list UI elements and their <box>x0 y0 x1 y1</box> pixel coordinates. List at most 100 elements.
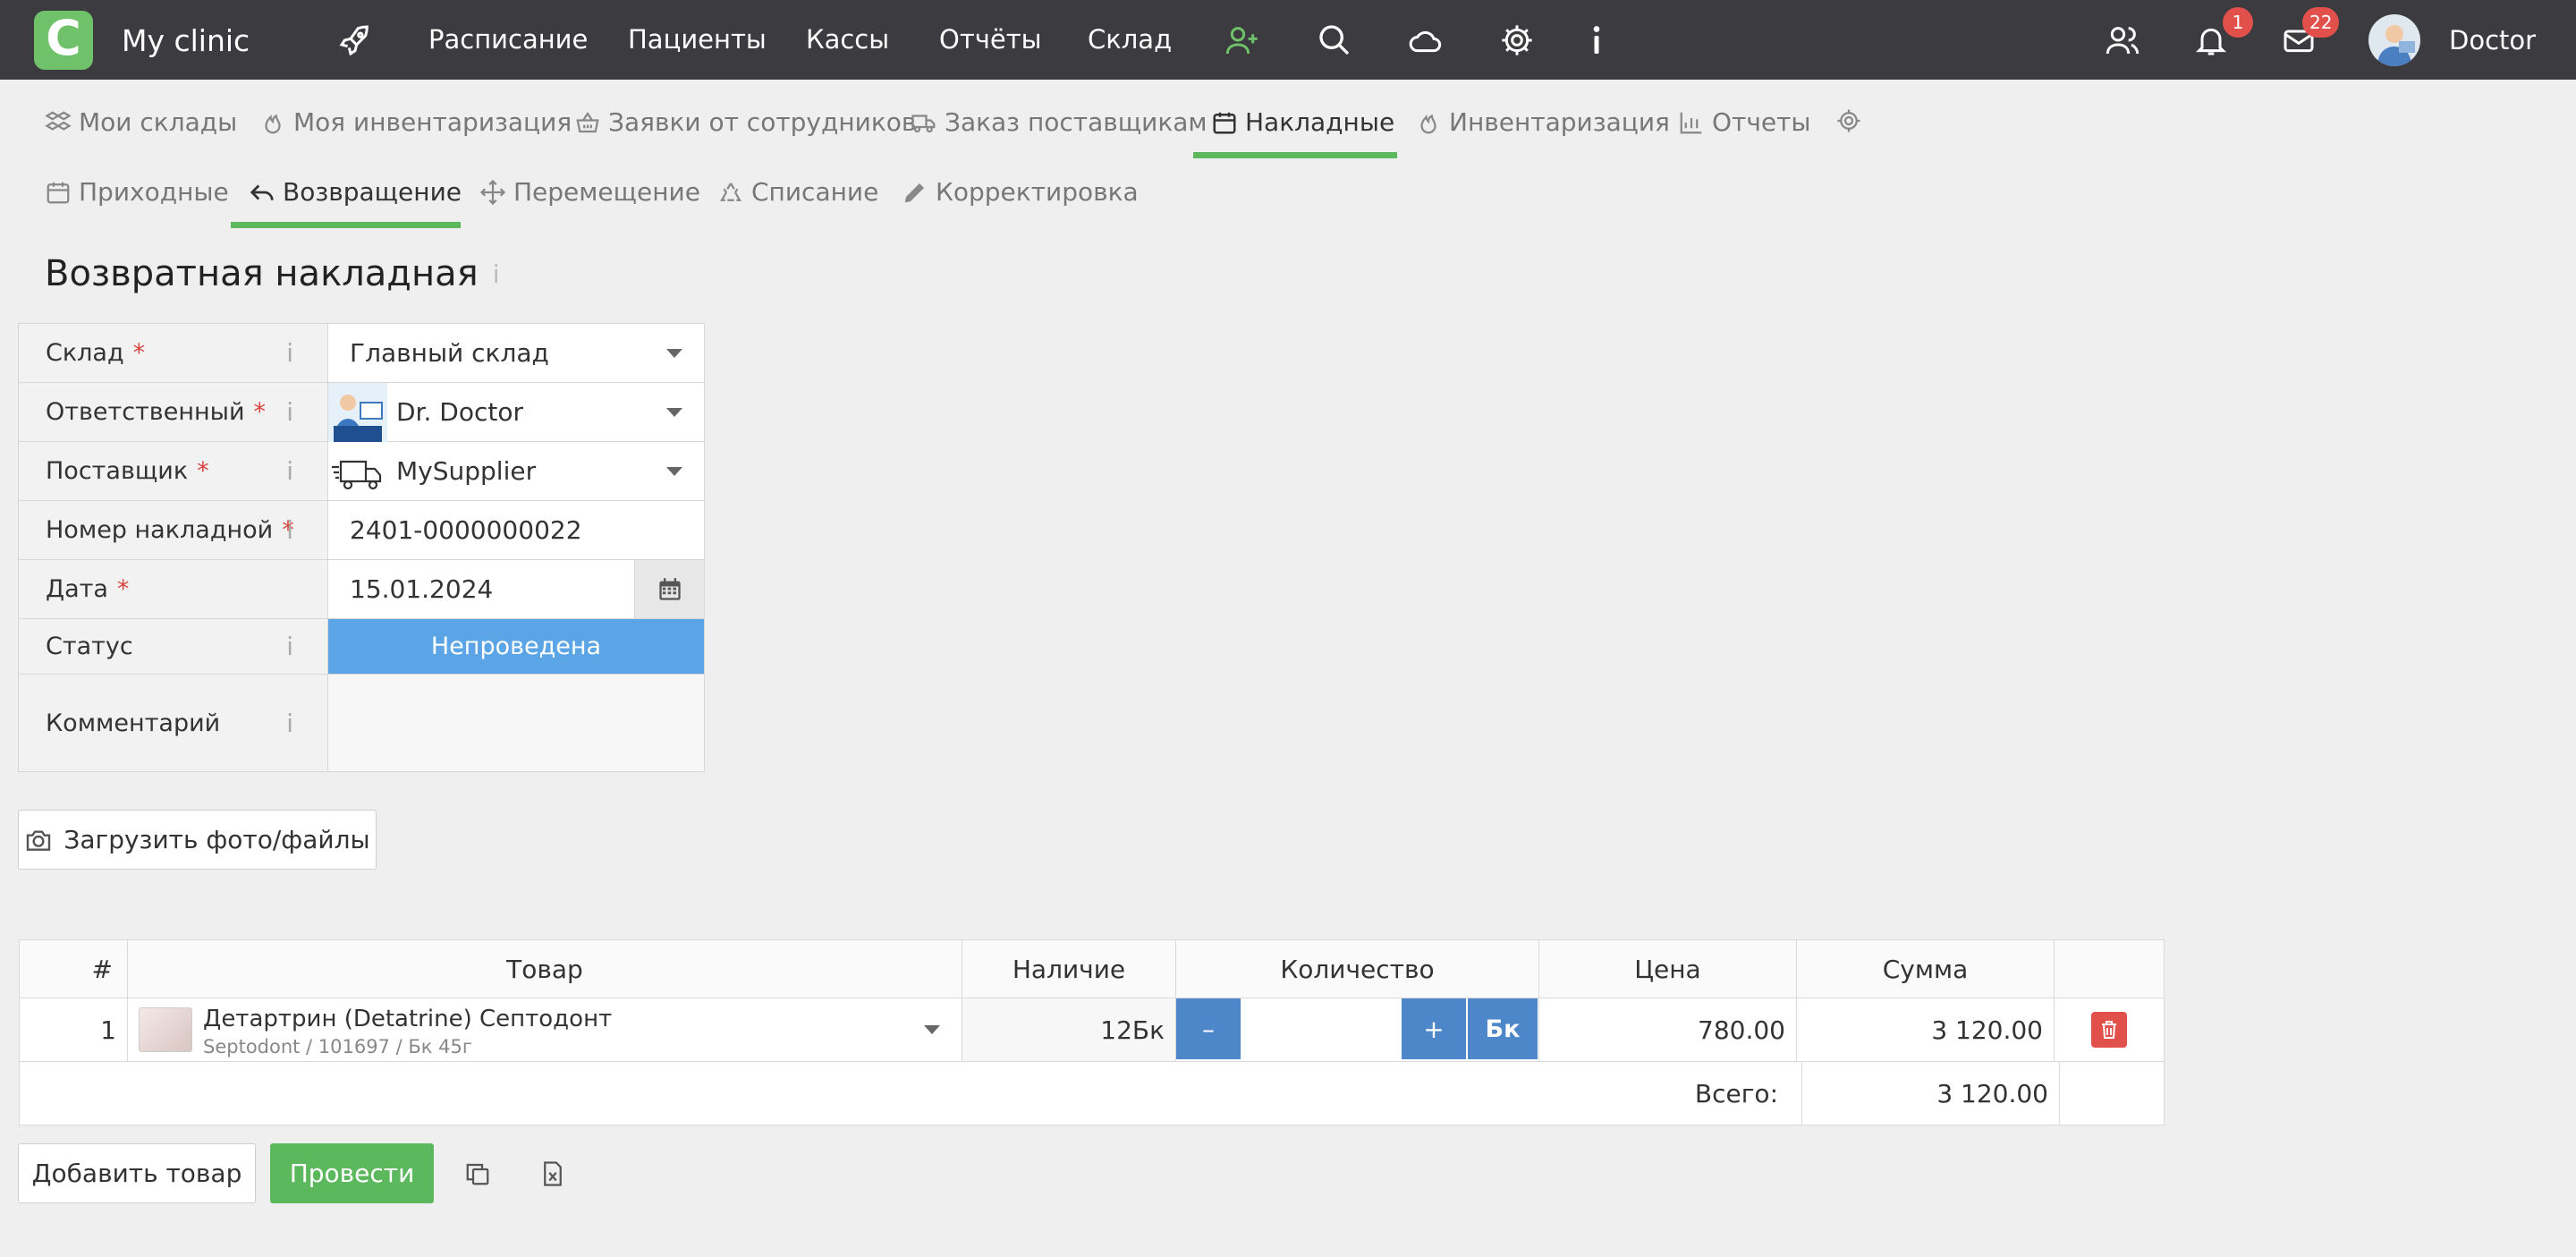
reply-icon <box>250 184 274 200</box>
info-icon[interactable]: i <box>493 259 500 289</box>
form-row-status: Статус i Непроведена <box>19 619 704 675</box>
subtab-transfer[interactable]: Перемещение <box>479 177 700 207</box>
info-icon[interactable]: i <box>286 456 293 486</box>
fire-icon <box>1420 114 1436 133</box>
cubes-icon <box>45 110 72 131</box>
table-header: # Товар Наличие Количество Цена Сумма <box>20 940 2164 998</box>
info-icon[interactable]: i <box>286 397 293 427</box>
tab-my-inventory[interactable]: Моя инвентаризация <box>259 107 572 137</box>
table-footer: Всего: 3 120.00 <box>20 1062 2164 1125</box>
chevron-down-icon <box>666 348 682 358</box>
invoice-number-input[interactable]: 2401-0000000022 <box>328 501 704 559</box>
gear-icon <box>1837 109 1860 132</box>
total-value: 3 120.00 <box>1802 1062 2060 1125</box>
table-row: 1 Детартрин (Detatrine) Септодонт Septod… <box>20 998 2164 1062</box>
info-icon[interactable]: i <box>286 515 293 545</box>
tab-my-warehouses[interactable]: Мои склады <box>45 107 237 137</box>
qty-input[interactable]: 4 <box>1241 1015 1428 1045</box>
info-icon[interactable]: i <box>286 338 293 368</box>
qty-plus-button[interactable]: + <box>1402 998 1466 1059</box>
chevron-down-icon <box>666 407 682 417</box>
tab-inventory[interactable]: Инвентаризация <box>1415 107 1670 137</box>
active-subtab-indicator <box>231 222 461 228</box>
excel-export-icon[interactable] <box>535 1156 571 1192</box>
chevron-down-icon <box>666 466 682 476</box>
delete-row-button[interactable] <box>2091 1012 2127 1048</box>
app-logo[interactable]: C <box>34 11 93 70</box>
warehouse-select[interactable]: Главный склад <box>328 324 704 382</box>
form-row-warehouse: Склад * i Главный склад <box>19 324 704 383</box>
cloud-icon[interactable] <box>1404 20 1445 61</box>
add-user-icon[interactable] <box>1222 20 1263 61</box>
top-navbar: C My clinic Расписание Пациенты Кассы От… <box>0 0 2576 80</box>
quantity-stepper: – 4 + Бк <box>1176 998 1539 1061</box>
chevron-down-icon <box>924 1025 940 1034</box>
camera-icon <box>27 829 51 851</box>
form-row-supplier: Поставщик * i MySupplier <box>19 442 704 501</box>
subtab-correction[interactable]: Корректировка <box>902 177 1139 207</box>
form-row-invoice-number: Номер накладной * i 2401-0000000022 <box>19 501 704 560</box>
subtab-incoming[interactable]: Приходные <box>45 177 229 207</box>
recycle-icon <box>720 182 741 201</box>
truck-icon <box>332 460 382 490</box>
calendar-icon <box>1213 112 1236 133</box>
pencil-icon <box>904 183 924 202</box>
add-product-button[interactable]: Добавить товар <box>18 1143 256 1203</box>
gear-icon[interactable] <box>1496 20 1538 61</box>
subtab-return[interactable]: Возвращение <box>249 177 462 207</box>
chart-icon <box>1680 112 1702 133</box>
subtab-writeoff[interactable]: Списание <box>717 177 878 207</box>
info-icon[interactable]: i <box>286 709 293 738</box>
active-tab-indicator <box>1193 152 1397 158</box>
nav-patients[interactable]: Пациенты <box>628 24 767 55</box>
tab-employee-requests[interactable]: Заявки от сотрудников <box>574 107 916 137</box>
copy-icon[interactable] <box>460 1156 496 1192</box>
product-thumbnail <box>139 1007 192 1052</box>
sum-value: 3 120.00 <box>1797 998 2055 1061</box>
nav-reports[interactable]: Отчёты <box>939 24 1042 55</box>
basket-icon <box>576 111 599 132</box>
invoice-form: Склад * i Главный склад Ответственный * i Dr… <box>18 323 705 772</box>
tab-invoices[interactable]: Накладные <box>1211 107 1394 137</box>
info-icon[interactable] <box>1576 20 1617 61</box>
calendar-icon <box>47 182 70 203</box>
total-label: Всего: <box>20 1062 1802 1125</box>
price-input[interactable]: 780.00 <box>1539 998 1797 1061</box>
user-avatar[interactable] <box>2368 14 2420 66</box>
unit-button[interactable]: Бк <box>1466 998 1538 1059</box>
tab-supplier-orders[interactable]: Заказ поставщикам <box>911 107 1208 137</box>
doctor-avatar <box>328 383 387 442</box>
truck-icon <box>911 114 936 132</box>
search-icon[interactable] <box>1314 20 1355 61</box>
user-name[interactable]: Doctor <box>2449 25 2536 55</box>
users-icon[interactable] <box>2102 20 2143 61</box>
nav-schedule[interactable]: Расписание <box>428 24 588 55</box>
form-row-comment: Комментарий i <box>19 675 704 771</box>
upload-files-button[interactable]: Загрузить фото/файлы <box>18 810 377 870</box>
info-icon[interactable]: i <box>286 632 293 661</box>
nav-warehouse[interactable]: Склад <box>1088 24 1172 55</box>
post-button[interactable]: Провести <box>270 1143 434 1203</box>
products-table: # Товар Наличие Количество Цена Сумма 1 … <box>19 939 2165 1125</box>
product-select[interactable]: Детартрин (Detatrine) Септодонт Septodon… <box>128 998 962 1061</box>
page-title: Возвратная накладная i <box>45 253 500 294</box>
supplier-select[interactable]: MySupplier <box>328 442 704 500</box>
form-row-date: Дата * 15.01.2024 <box>19 560 704 619</box>
calendar-button[interactable] <box>634 560 704 618</box>
tab-settings[interactable] <box>1835 107 1862 134</box>
rocket-icon[interactable] <box>335 20 376 61</box>
comment-textarea[interactable] <box>328 675 704 771</box>
tab-reports[interactable]: Отчеты <box>1678 107 1811 137</box>
move-icon <box>479 179 506 205</box>
qty-minus-button[interactable]: – <box>1176 998 1241 1059</box>
trash-icon <box>2102 1021 2116 1039</box>
status-button[interactable]: Непроведена <box>328 619 704 674</box>
fire-icon <box>265 114 281 133</box>
stock-value: 12Бк <box>962 998 1176 1061</box>
nav-cash[interactable]: Кассы <box>806 24 889 55</box>
app-title[interactable]: My clinic <box>122 23 250 58</box>
messages-badge: 22 <box>2302 7 2340 38</box>
responsible-select[interactable]: Dr. Doctor <box>328 383 704 442</box>
date-input[interactable]: 15.01.2024 <box>328 560 704 618</box>
calendar-icon <box>658 577 681 600</box>
